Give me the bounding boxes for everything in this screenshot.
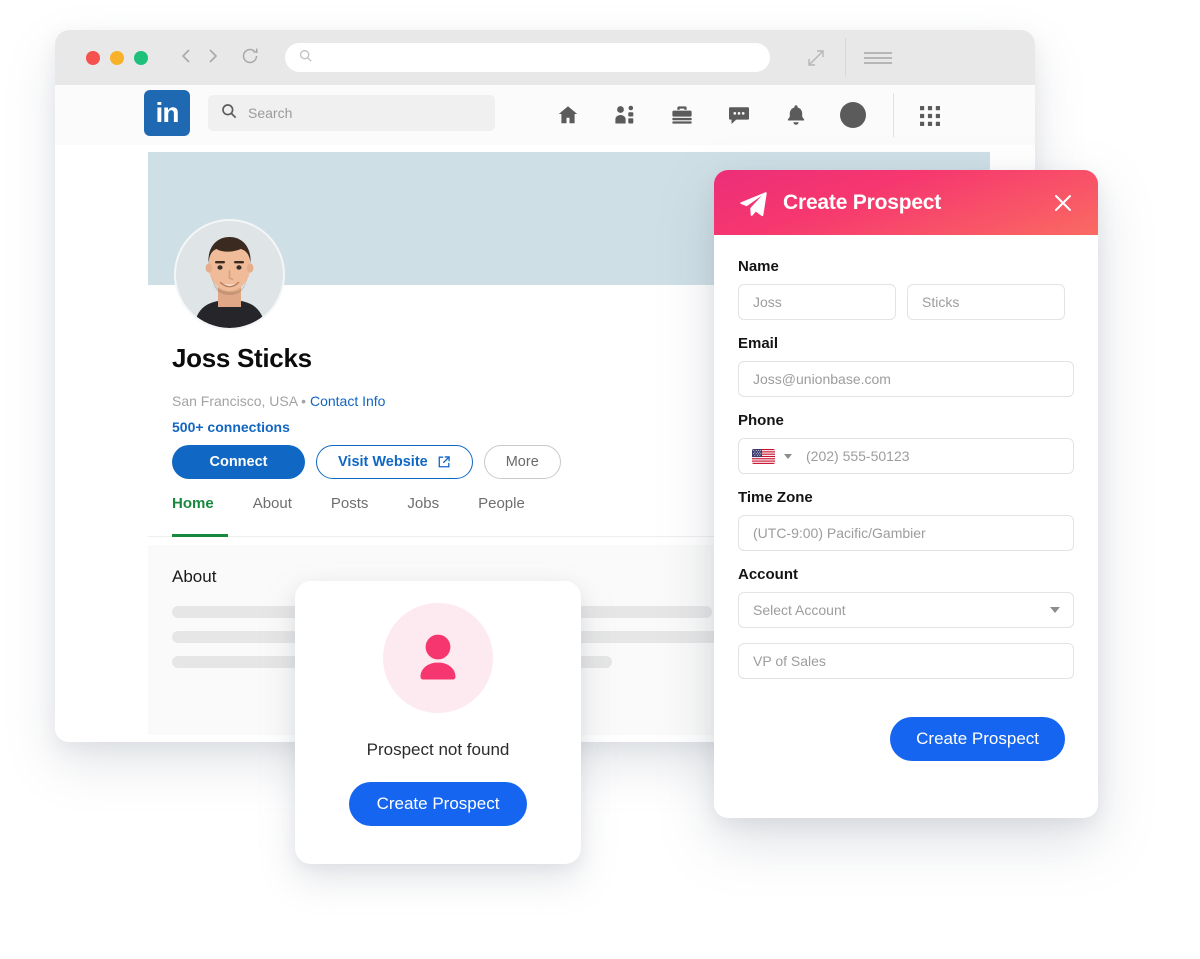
expand-arrows-icon[interactable] (805, 47, 827, 74)
tab-about[interactable]: About (253, 495, 313, 537)
phone-label: Phone (738, 412, 784, 429)
name-label: Name (738, 258, 779, 275)
tab-posts[interactable]: Posts (331, 495, 390, 537)
timezone-input[interactable] (738, 515, 1074, 551)
hamburger-menu-icon[interactable] (863, 50, 893, 71)
profile-location-text: San Francisco, USA (172, 393, 298, 409)
tab-people[interactable]: People (478, 495, 546, 537)
url-bar-search-icon (299, 49, 312, 67)
external-link-icon (437, 455, 451, 469)
search-input[interactable]: Search (208, 95, 495, 131)
job-title-field-group (738, 643, 1074, 679)
visit-website-label: Visit Website (338, 454, 428, 470)
phone-field-group: Phone (202) 555-50123 (738, 412, 1074, 474)
minimize-window-button[interactable] (110, 51, 124, 65)
close-window-button[interactable] (86, 51, 100, 65)
page-title: Joss Sticks (172, 343, 312, 373)
screenshot-root: in Search Joss Sticks San Francisco, USA… (0, 0, 1200, 959)
tab-home[interactable]: Home (172, 495, 235, 537)
nav-home-icon[interactable] (555, 102, 581, 128)
browser-url-bar[interactable] (285, 43, 770, 72)
email-label: Email (738, 335, 779, 352)
account-field-group: Account (738, 566, 1074, 628)
chrome-divider (845, 38, 846, 76)
close-icon[interactable] (1048, 188, 1078, 218)
nav-network-icon[interactable] (612, 102, 638, 128)
back-icon[interactable] (180, 47, 193, 65)
email-input[interactable] (738, 361, 1074, 397)
nav-jobs-icon[interactable] (669, 102, 695, 128)
tab-jobs[interactable]: Jobs (407, 495, 460, 537)
submit-create-prospect-button[interactable]: Create Prospect (890, 717, 1065, 761)
search-icon (221, 103, 237, 124)
nav-divider (893, 93, 894, 137)
account-select[interactable] (738, 592, 1074, 628)
grid-apps-icon[interactable] (920, 106, 940, 131)
linkedin-header: in Search (55, 85, 1035, 145)
linkedin-nav (555, 85, 866, 145)
browser-chrome-bar (55, 30, 1035, 85)
timezone-label: Time Zone (738, 489, 813, 506)
prospect-not-found-message: Prospect not found (366, 740, 510, 759)
profile-location: San Francisco, USA • Contact Info (172, 393, 385, 409)
phone-placeholder: (202) 555-50123 (806, 448, 910, 464)
search-placeholder: Search (248, 105, 293, 121)
connect-button[interactable]: Connect (172, 445, 305, 479)
job-title-input[interactable] (738, 643, 1074, 679)
name-field-group: Name (738, 258, 1074, 320)
account-label: Account (738, 566, 798, 583)
panel-header: Create Prospect (714, 170, 1098, 235)
country-chevron-down-icon[interactable] (784, 453, 792, 459)
linkedin-logo[interactable]: in (144, 90, 190, 136)
forward-icon[interactable] (206, 47, 219, 65)
person-icon-badge (383, 603, 493, 713)
first-name-input[interactable] (738, 284, 896, 320)
create-prospect-panel: Create Prospect Name Email Phone (714, 170, 1098, 818)
connections-count[interactable]: 500+ connections (172, 419, 290, 435)
profile-avatar[interactable] (174, 219, 285, 330)
panel-title: Create Prospect (783, 190, 942, 214)
more-button[interactable]: More (483, 445, 561, 479)
nav-notifications-icon[interactable] (783, 102, 809, 128)
last-name-input[interactable] (907, 284, 1065, 320)
browser-nav-controls (180, 46, 260, 66)
us-flag-icon (752, 448, 775, 464)
timezone-field-group: Time Zone (738, 489, 1074, 551)
prospect-not-found-card: Prospect not found Create Prospect (295, 581, 581, 864)
nav-messaging-icon[interactable] (726, 102, 752, 128)
create-prospect-button[interactable]: Create Prospect (348, 782, 528, 826)
paper-plane-icon (738, 188, 768, 218)
nav-avatar[interactable] (840, 102, 866, 128)
panel-form: Name Email Phone (714, 235, 1098, 679)
profile-action-buttons: Connect Visit Website More (172, 445, 561, 479)
phone-input[interactable]: (202) 555-50123 (738, 438, 1074, 474)
visit-website-button[interactable]: Visit Website (316, 445, 473, 479)
traffic-lights (86, 51, 148, 65)
person-icon (407, 627, 469, 689)
panel-submit-row: Create Prospect (714, 694, 1098, 761)
email-field-group: Email (738, 335, 1074, 397)
contact-info-link[interactable]: Contact Info (310, 393, 386, 409)
maximize-window-button[interactable] (134, 51, 148, 65)
profile-location-separator: • (301, 393, 307, 409)
reload-icon[interactable] (240, 46, 260, 66)
